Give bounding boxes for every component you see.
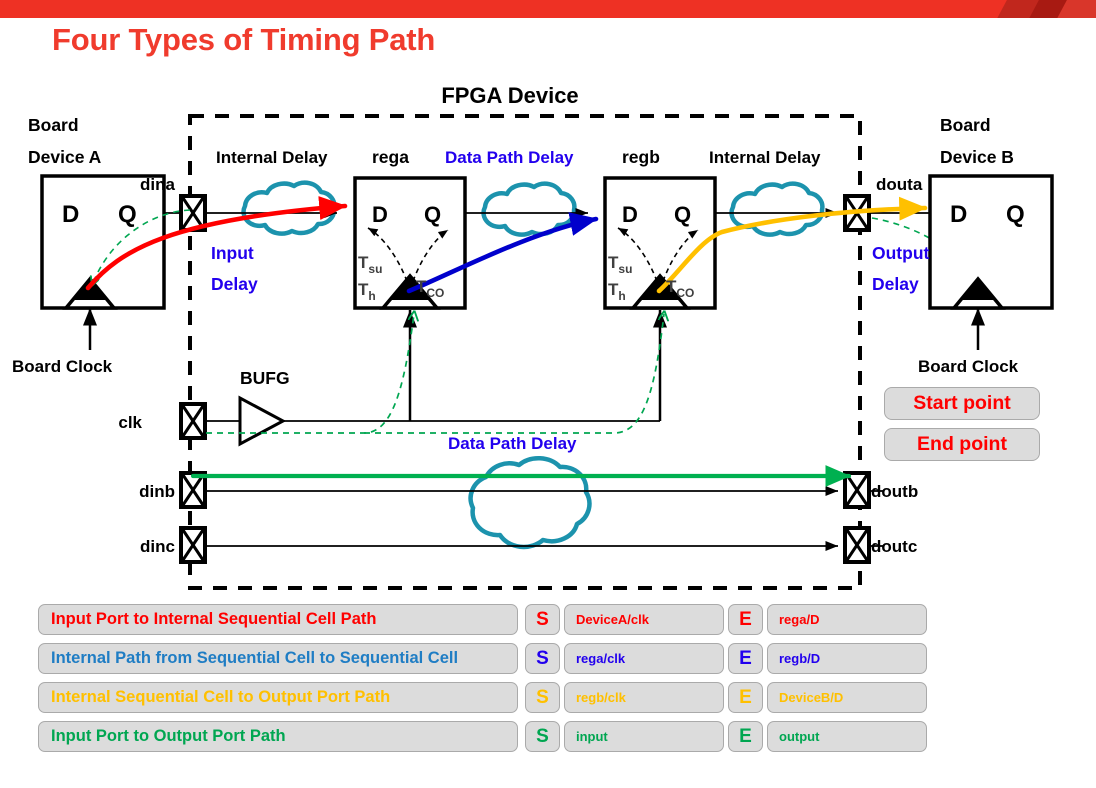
label-pad-dina: dina xyxy=(140,175,175,194)
label-pad-douta: douta xyxy=(876,175,923,194)
start-marker: S xyxy=(536,725,549,747)
label-internal-delay-right: Internal Delay xyxy=(709,148,821,167)
pad-dinc xyxy=(179,526,207,564)
start-point-badge: Start point xyxy=(884,387,1040,420)
end-marker-cell[interactable]: E xyxy=(728,643,763,674)
label-device-a-d: D xyxy=(62,201,79,228)
start-marker-cell[interactable]: S xyxy=(525,721,560,752)
legend-row[interactable]: Input Port to Internal Sequential Cell P… xyxy=(38,604,518,635)
cloud-data-path-bottom xyxy=(468,456,592,550)
start-point-label: Start point xyxy=(913,392,1011,414)
end-marker: E xyxy=(739,725,752,747)
end-node: rega/D xyxy=(779,612,820,627)
label-pad-doutb: doutb xyxy=(871,482,918,501)
start-node: regb/clk xyxy=(576,690,626,705)
end-node: regb/D xyxy=(779,651,821,666)
label-pad-dinb: dinb xyxy=(139,482,175,501)
label-pad-dinc: dinc xyxy=(140,537,175,556)
label-regb-d: D xyxy=(622,202,638,227)
label-internal-delay-left: Internal Delay xyxy=(216,148,328,167)
start-node: DeviceA/clk xyxy=(576,612,649,627)
start-node: input xyxy=(576,729,608,744)
end-marker-cell[interactable]: E xyxy=(728,721,763,752)
legend-label: Input Port to Internal Sequential Cell P… xyxy=(51,610,377,628)
label-data-path-delay-top: Data Path Delay xyxy=(445,148,574,167)
label-rega-d: D xyxy=(372,202,388,227)
label-board-a-line2: Device A xyxy=(28,147,102,167)
end-node-cell[interactable]: regb/D xyxy=(767,643,927,674)
end-marker: E xyxy=(739,647,752,669)
label-board-a-line1: Board xyxy=(28,115,79,135)
label-pad-doutc: doutc xyxy=(871,537,917,556)
label-regb-q: Q xyxy=(674,202,691,227)
label-device-b-d: D xyxy=(950,201,967,228)
start-node-cell[interactable]: DeviceA/clk xyxy=(564,604,724,635)
start-marker: S xyxy=(536,686,549,708)
label-bufg: BUFG xyxy=(240,368,290,388)
end-node: DeviceB/D xyxy=(779,690,844,705)
start-node-cell[interactable]: input xyxy=(564,721,724,752)
start-marker-cell[interactable]: S xyxy=(525,604,560,635)
clock-dashed-to-rega xyxy=(206,314,414,434)
end-node: output xyxy=(779,729,820,744)
end-point-label: End point xyxy=(917,433,1007,455)
legend-row[interactable]: Input Port to Output Port Path xyxy=(38,721,518,752)
label-device-b-q: Q xyxy=(1006,201,1025,228)
label-input-delay-line1: Input xyxy=(211,243,254,263)
legend-row[interactable]: Internal Path from Sequential Cell to Se… xyxy=(38,643,518,674)
start-marker: S xyxy=(536,608,549,630)
end-marker-cell[interactable]: E xyxy=(728,682,763,713)
label-regb: regb xyxy=(622,147,660,167)
label-board-clock-left: Board Clock xyxy=(12,357,113,376)
timing-path-diagram: FPGA Device Board Device A D Q Board Clo… xyxy=(12,83,1054,590)
label-board-b-line2: Device B xyxy=(940,147,1014,167)
label-data-path-delay-bottom: Data Path Delay xyxy=(448,434,577,453)
label-board-clock-right: Board Clock xyxy=(918,357,1019,376)
start-node-cell[interactable]: rega/clk xyxy=(564,643,724,674)
label-input-delay-line2: Delay xyxy=(211,274,258,294)
start-marker-cell[interactable]: S xyxy=(525,682,560,713)
legend-label: Internal Sequential Cell to Output Port … xyxy=(51,688,391,706)
label-rega-q: Q xyxy=(424,202,441,227)
label-output-delay-line2: Delay xyxy=(872,274,919,294)
device-a-box xyxy=(40,174,166,310)
label-pad-clk: clk xyxy=(118,413,142,432)
label-board-b-line1: Board xyxy=(940,115,991,135)
end-node-cell[interactable]: output xyxy=(767,721,927,752)
end-point-badge: End point xyxy=(884,428,1040,461)
start-marker: S xyxy=(536,647,549,669)
legend-row[interactable]: Internal Sequential Cell to Output Port … xyxy=(38,682,518,713)
end-marker: E xyxy=(739,686,752,708)
start-node-cell[interactable]: regb/clk xyxy=(564,682,724,713)
label-output-delay-line1: Output xyxy=(872,243,930,263)
legend-label: Internal Path from Sequential Cell to Se… xyxy=(51,649,459,667)
legend-label: Input Port to Output Port Path xyxy=(51,727,286,745)
end-node-cell[interactable]: rega/D xyxy=(767,604,927,635)
pad-doutc xyxy=(843,526,871,564)
label-fpga-device: FPGA Device xyxy=(441,83,578,108)
device-b-box xyxy=(928,174,1054,310)
start-node: rega/clk xyxy=(576,651,626,666)
label-device-a-q: Q xyxy=(118,201,137,228)
start-marker-cell[interactable]: S xyxy=(525,643,560,674)
end-marker: E xyxy=(739,608,752,630)
end-node-cell[interactable]: DeviceB/D xyxy=(767,682,927,713)
label-rega: rega xyxy=(372,147,409,167)
pad-clk xyxy=(179,402,207,440)
end-marker-cell[interactable]: E xyxy=(728,604,763,635)
